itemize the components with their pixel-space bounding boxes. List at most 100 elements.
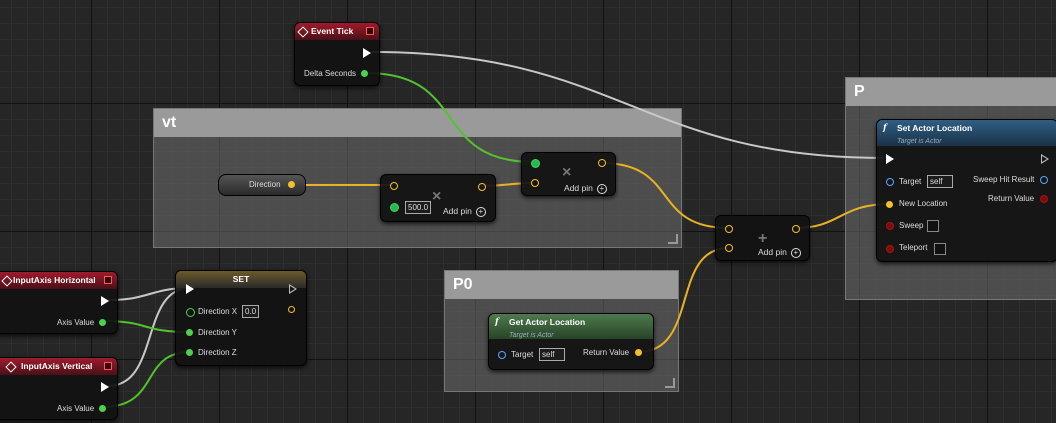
sweep-label: Sweep: [899, 221, 924, 230]
event-diamond-icon: [5, 361, 17, 373]
direction-x-pin[interactable]: [186, 308, 195, 317]
return-value-label: Return Value: [988, 194, 1035, 203]
comment-vt-title: vt: [154, 109, 681, 137]
add-pin-button[interactable]: Add pin +: [443, 206, 486, 217]
target-pin[interactable]: [886, 178, 894, 186]
multiply-out-pin[interactable]: [478, 183, 486, 191]
comment-p-title: P: [846, 78, 1056, 106]
axis-value-label: Axis Value: [57, 318, 95, 327]
multiply-in-a-pin[interactable]: [390, 182, 398, 190]
plus-icon: +: [790, 248, 801, 258]
add-pin-button[interactable]: Add pin +: [564, 183, 607, 194]
comment-p0-title: P0: [445, 271, 678, 299]
teleport-checkbox[interactable]: [934, 243, 946, 255]
get-actor-location-node[interactable]: f Get Actor Location Target is Actor Tar…: [488, 313, 654, 370]
target-pin[interactable]: [498, 351, 506, 359]
input-axis-horizontal-header: InputAxis Horizontal: [0, 272, 117, 289]
delegate-pin-icon[interactable]: [104, 362, 112, 370]
set-node[interactable]: SET Direction X 0.0 Direction Y Directio…: [175, 270, 307, 366]
axis-value-label: Axis Value: [57, 404, 95, 413]
add-pin-label: Add pin: [443, 206, 472, 216]
target-value-field[interactable]: self: [539, 348, 565, 361]
input-axis-horizontal-title: InputAxis Horizontal: [13, 275, 96, 285]
add-operator-icon: +: [758, 230, 768, 247]
target-value-field[interactable]: self: [927, 175, 953, 188]
set-out-pin[interactable]: [288, 306, 295, 313]
direction-z-pin[interactable]: [186, 349, 193, 356]
sweep-pin[interactable]: [886, 222, 894, 230]
teleport-pin[interactable]: [886, 245, 894, 253]
get-actor-location-subtitle: Target is Actor: [509, 332, 554, 339]
resize-handle[interactable]: [668, 234, 678, 244]
input-axis-vertical-header: InputAxis Vertical: [0, 358, 117, 375]
plus-icon: +: [475, 207, 486, 217]
target-label: Target: [899, 177, 922, 186]
delegate-pin-icon[interactable]: [366, 27, 374, 35]
multiply-node-2[interactable]: × Add pin +: [521, 152, 616, 196]
function-icon: f: [495, 317, 499, 327]
event-diamond-icon: [1, 275, 13, 287]
sweep-checkbox[interactable]: [927, 220, 939, 232]
direction-z-label: Direction Z: [198, 348, 237, 357]
add-pin-label: Add pin: [564, 183, 593, 193]
multiply-operator-icon: ×: [432, 188, 442, 205]
input-axis-vertical-title: InputAxis Vertical: [21, 361, 93, 371]
new-location-label: New Location: [899, 199, 948, 208]
multiply2-in-b-pin[interactable]: [531, 179, 539, 187]
exec-in-pin[interactable]: [186, 284, 194, 294]
event-tick-title: Event Tick: [311, 26, 354, 36]
function-icon: f: [883, 123, 887, 133]
multiply-in-b-pin[interactable]: [390, 203, 399, 212]
set-header: SET: [176, 271, 306, 288]
add-in-a-pin[interactable]: [725, 225, 733, 233]
multiply-value-field[interactable]: 500.0: [405, 201, 432, 214]
add-in-b-pin[interactable]: [725, 244, 733, 252]
multiply2-operator-icon: ×: [562, 164, 572, 181]
set-actor-location-subtitle: Target is Actor: [897, 138, 942, 145]
add-pin-button[interactable]: Add pin +: [758, 247, 801, 258]
add-pin-label: Add pin: [758, 247, 787, 257]
multiply-node[interactable]: 500.0 × Add pin +: [380, 174, 496, 222]
direction-x-label: Direction X: [198, 307, 238, 316]
exec-out-pin[interactable]: [363, 48, 371, 58]
direction-variable-node[interactable]: Direction: [218, 174, 306, 196]
plus-icon: +: [596, 184, 607, 194]
direction-x-field[interactable]: 0.0: [242, 305, 260, 318]
input-axis-horizontal-node[interactable]: InputAxis Horizontal Axis Value: [0, 271, 118, 334]
event-tick-header: Event Tick: [295, 23, 379, 40]
return-value-label: Return Value: [583, 348, 630, 357]
sweep-hit-result-pin[interactable]: [1040, 176, 1048, 184]
new-location-pin[interactable]: [886, 201, 893, 208]
add-node[interactable]: + Add pin +: [715, 215, 810, 261]
multiply2-out-pin[interactable]: [598, 159, 606, 167]
exec-out-pin[interactable]: [1041, 154, 1049, 164]
set-actor-location-node[interactable]: f Set Actor Location Target is Actor Tar…: [876, 119, 1056, 262]
direction-out-pin[interactable]: [288, 181, 295, 188]
exec-in-pin[interactable]: [886, 154, 894, 164]
delta-seconds-pin[interactable]: [361, 70, 368, 77]
delegate-pin-icon[interactable]: [104, 276, 112, 284]
direction-y-pin[interactable]: [186, 329, 193, 336]
return-value-pin[interactable]: [635, 349, 642, 356]
target-label: Target: [511, 350, 534, 359]
event-diamond-icon: [297, 26, 309, 38]
event-tick-node[interactable]: Event Tick Delta Seconds: [294, 22, 380, 86]
resize-handle[interactable]: [665, 378, 675, 388]
direction-y-label: Direction Y: [198, 328, 237, 337]
exec-out-pin[interactable]: [101, 382, 109, 392]
exec-out-pin[interactable]: [289, 284, 297, 294]
input-axis-vertical-node[interactable]: InputAxis Vertical Axis Value: [0, 357, 118, 420]
exec-out-pin[interactable]: [101, 296, 109, 306]
direction-label: Direction: [249, 180, 281, 189]
add-out-pin[interactable]: [792, 225, 800, 233]
delta-seconds-label: Delta Seconds: [304, 69, 357, 78]
sweep-hit-result-label: Sweep Hit Result: [973, 175, 1035, 184]
teleport-label: Teleport: [899, 243, 928, 252]
get-actor-location-header: f Get Actor Location Target is Actor: [489, 314, 653, 339]
axis-value-pin[interactable]: [99, 319, 106, 326]
axis-value-pin[interactable]: [99, 405, 106, 412]
set-actor-location-header: f Set Actor Location Target is Actor: [877, 120, 1056, 146]
multiply2-in-a-pin[interactable]: [531, 159, 540, 168]
return-value-pin[interactable]: [1040, 195, 1048, 203]
set-title: SET: [232, 274, 250, 284]
